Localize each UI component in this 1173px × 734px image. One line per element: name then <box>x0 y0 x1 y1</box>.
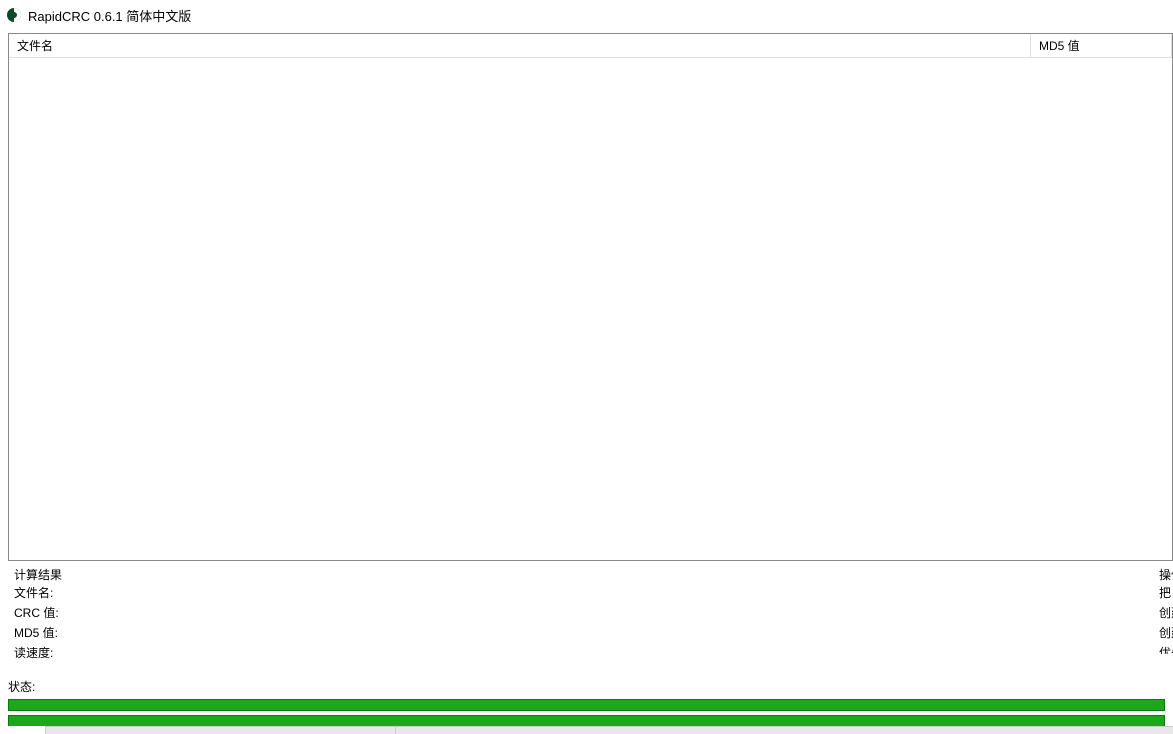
column-header-md5[interactable]: MD5 值 <box>1031 34 1172 57</box>
results-panel: 计算结果 文件名: CRC 值: MD5 值: 读速度: <box>8 564 1153 654</box>
list-body[interactable] <box>9 58 1172 560</box>
action-create-md5[interactable]: 创建 <box>1153 623 1173 643</box>
column-header-filename[interactable]: 文件名 <box>9 34 1031 57</box>
window-title: RapidCRC 0.6.1 简体中文版 <box>28 6 191 25</box>
status-label: 状态: <box>8 678 1165 695</box>
action-options[interactable]: 优先 <box>1153 643 1173 654</box>
status-section: 状态: <box>8 678 1165 731</box>
list-header: 文件名 MD5 值 <box>9 34 1172 58</box>
status-bar-segment-3 <box>395 726 1173 734</box>
file-list[interactable]: 文件名 MD5 值 <box>8 33 1173 561</box>
progress-bar-1 <box>8 699 1165 711</box>
action-create-sfv[interactable]: 创建 <box>1153 603 1173 623</box>
actions-panel: 操作 把 C 创建 创建 优先 <box>1153 564 1173 654</box>
result-md5-label: MD5 值: <box>8 623 1153 643</box>
app-icon <box>6 7 22 23</box>
results-legend: 计算结果 <box>8 564 1153 583</box>
result-crc-label: CRC 值: <box>8 603 1153 623</box>
status-bar-segment-2 <box>45 726 395 734</box>
status-bar <box>0 726 1173 734</box>
action-put-crc[interactable]: 把 C <box>1153 583 1173 603</box>
result-filename-label: 文件名: <box>8 583 1153 603</box>
results-section: 计算结果 文件名: CRC 值: MD5 值: 读速度: 操作 把 C 创建 创… <box>8 564 1173 654</box>
actions-legend: 操作 <box>1153 564 1173 583</box>
title-bar: RapidCRC 0.6.1 简体中文版 <box>0 0 1173 30</box>
status-bar-segment-1 <box>0 726 45 734</box>
result-readspeed-label: 读速度: <box>8 643 1153 663</box>
